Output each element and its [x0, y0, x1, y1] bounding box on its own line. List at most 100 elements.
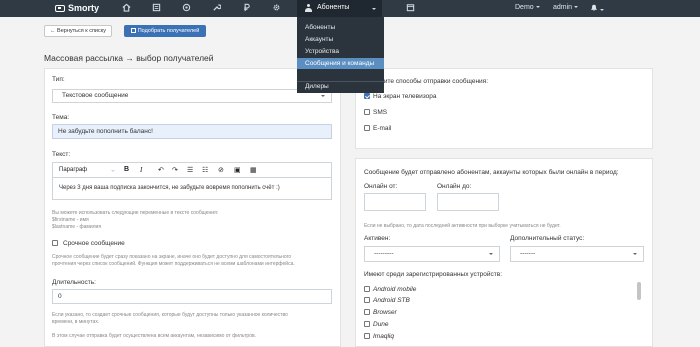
media-icon[interactable]: ▣: [234, 166, 241, 174]
duration-help-line-1: Если указано, то создает срочные сообщен…: [52, 312, 288, 318]
subscribers-dropdown: Абоненты Аккаунты Устройства Сообщения и…: [297, 17, 384, 93]
active-label: Активен:: [364, 235, 391, 242]
urgent-help-line-1: Срочное сообщение будет сразу показано н…: [52, 254, 292, 260]
type-label: Тип:: [52, 76, 65, 83]
status-label: Дополнительный статус:: [510, 235, 585, 242]
type-select-value: Текстовое сообщение: [62, 92, 129, 99]
dropdown-item-devices[interactable]: Устройства: [297, 46, 384, 57]
online-to-input[interactable]: [437, 193, 499, 211]
subject-input[interactable]: Не забудьте пополнить баланс!: [52, 124, 332, 139]
notifications-menu[interactable]: [590, 3, 604, 14]
dropdown-item-accounts[interactable]: Аккаунты: [297, 34, 384, 45]
table-icon[interactable]: ▦: [250, 166, 257, 174]
chevron-down-icon: [599, 9, 604, 12]
delivery-tv-label: На экран телевизора: [373, 93, 437, 100]
device-label: Android STB: [373, 297, 410, 304]
device-checkbox[interactable]: [364, 333, 370, 339]
user-icon: [305, 4, 312, 12]
device-checkbox[interactable]: [364, 309, 370, 315]
urgent-help-line-2: прочтения через список сообщений. Функци…: [52, 261, 295, 267]
active-select-value: ---------: [374, 250, 394, 257]
status-select[interactable]: -------: [510, 246, 644, 262]
urgent-label: Срочное сообщение: [63, 240, 125, 247]
delivery-email-checkbox[interactable]: [364, 125, 370, 131]
italic-icon[interactable]: I: [140, 166, 142, 174]
pick-recipients-button[interactable]: Подобрать получателей: [124, 25, 206, 37]
duration-help-line-3: В этом случае отправка будет осуществлен…: [52, 333, 257, 339]
subject-label: Тема:: [52, 114, 70, 121]
link-icon[interactable]: ⊘: [218, 166, 224, 174]
top-navbar: Smorty Абоненты Demo admin: [0, 0, 700, 17]
message-form-panel: [44, 68, 341, 347]
duration-label: Длительность:: [52, 279, 96, 286]
numbered-list-icon[interactable]: ☷: [202, 166, 208, 174]
bulleted-list-icon[interactable]: ☰: [187, 166, 193, 174]
period-help: Если не выбрано, то дата последней актив…: [364, 223, 561, 229]
delivery-sms-checkbox[interactable]: [364, 109, 370, 115]
text-label: Текст:: [52, 151, 71, 158]
online-from-input[interactable]: [364, 193, 426, 211]
home-icon[interactable]: [121, 3, 131, 13]
delivery-tv-checkbox[interactable]: [364, 93, 370, 99]
demo-menu[interactable]: Demo: [515, 4, 540, 11]
delivery-email-label: E-mail: [373, 125, 392, 132]
ruble-icon[interactable]: [241, 3, 251, 13]
undo-icon[interactable]: ↶: [158, 166, 164, 174]
vars-help-line-2: $firstname - имя: [52, 217, 89, 223]
bell-icon: [591, 4, 597, 11]
back-to-list-button[interactable]: ← Вернуться к списку: [44, 25, 112, 37]
calendar-icon[interactable]: [405, 3, 415, 13]
status-select-value: -------: [520, 250, 536, 257]
device-checkbox[interactable]: [364, 286, 370, 292]
chevron-down-icon: [633, 253, 637, 255]
editor-content[interactable]: Через 3 дня ваша подписка закончится, не…: [52, 178, 332, 200]
brand-logo[interactable]: Smorty: [55, 3, 99, 13]
nav-subscribers-label: Абоненты: [317, 4, 350, 11]
duration-input[interactable]: 0: [52, 289, 332, 304]
device-label: Imaqliq: [373, 333, 394, 340]
urgent-checkbox[interactable]: [52, 240, 58, 246]
vars-help-line-1: Вы можете использовать следующие перемен…: [52, 210, 219, 216]
bold-icon[interactable]: B: [124, 166, 129, 173]
chevron-down-icon: [574, 6, 579, 9]
tv-icon: [55, 4, 65, 12]
dropdown-item-messages[interactable]: Сообщения и команды: [297, 58, 384, 69]
redo-icon[interactable]: ↷: [172, 166, 178, 174]
device-label: Browser: [373, 309, 397, 316]
device-label: Android mobile: [373, 286, 417, 293]
editor-toolbar: Параграф B I ↶ ↷ ☰ ☷ ⊘ ▣ ▦: [52, 162, 332, 178]
online-from-label: Онлайн от:: [364, 183, 398, 190]
dropdown-item-dealers[interactable]: Дилеры: [297, 81, 384, 92]
chevron-down-icon: [372, 8, 376, 10]
wrench-icon[interactable]: [211, 3, 222, 13]
delivery-sms-label: SMS: [373, 109, 388, 116]
devices-label: Имеют среди зарегистрированных устройств…: [364, 271, 503, 278]
type-select[interactable]: Текстовое сообщение: [52, 89, 332, 103]
demo-label: Demo: [515, 4, 534, 11]
duration-help-line-2: времени, в минутах.: [52, 319, 100, 325]
pick-recipients-label: Подобрать получателей: [137, 28, 200, 34]
vars-help-line-3: $lastname - фамилия: [52, 224, 102, 230]
editor-text: Через 3 дня ваша подписка закончится, не…: [59, 185, 280, 191]
chevron-down-icon: [111, 170, 115, 172]
device-checkbox[interactable]: [364, 297, 370, 303]
admin-label: admin: [553, 4, 573, 11]
active-select[interactable]: ---------: [364, 246, 500, 262]
eye-icon[interactable]: [181, 3, 191, 13]
save-icon: [130, 28, 136, 34]
brand-name: Smorty: [68, 3, 100, 13]
devices-scrollbar[interactable]: [637, 282, 641, 300]
period-title: Сообщение будет отправлено абонентам, ак…: [364, 169, 619, 176]
dropdown-item-subscribers[interactable]: Абоненты: [297, 22, 384, 33]
device-label: Dune: [373, 321, 389, 328]
device-checkbox[interactable]: [364, 321, 370, 327]
online-to-label: Онлайн до:: [437, 183, 472, 190]
admin-menu[interactable]: admin: [553, 4, 579, 11]
gear-icon[interactable]: [271, 3, 281, 13]
nav-subscribers-menu[interactable]: Абоненты: [297, 0, 382, 17]
list-icon[interactable]: [151, 3, 161, 13]
chevron-down-icon: [489, 253, 493, 255]
page-title: Массовая рассылка → выбор получателей: [44, 53, 214, 63]
chevron-down-icon: [321, 95, 325, 97]
format-select[interactable]: Параграф: [59, 167, 87, 173]
